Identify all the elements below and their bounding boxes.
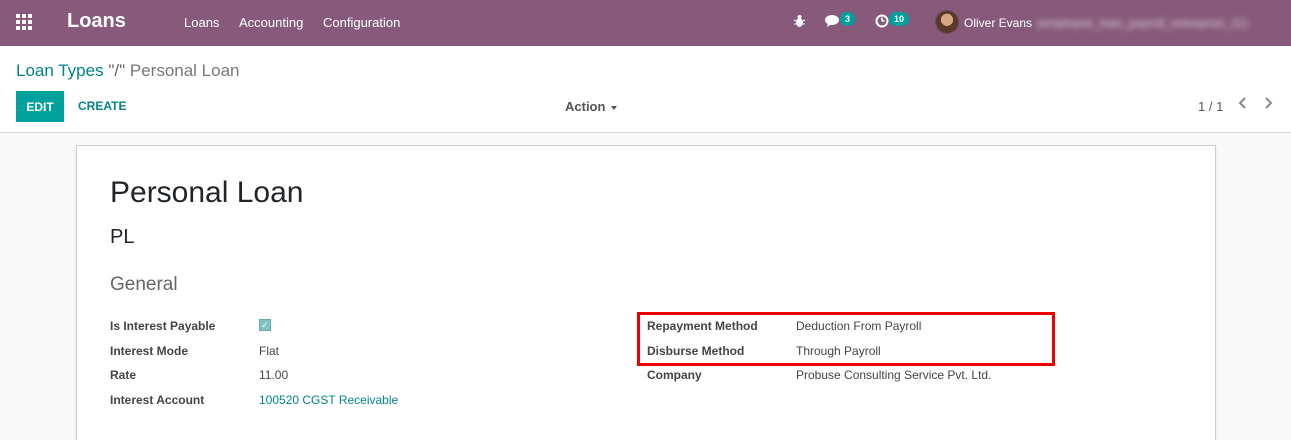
label-rate: Rate [110,368,137,382]
user-avatar[interactable] [935,10,959,34]
loan-type-code: PL [110,226,135,248]
activities-badge: 10 [889,12,910,26]
control-panel: Loan Types "/" Personal Loan EDIT CREATE… [0,46,1291,133]
edit-button[interactable]: EDIT [16,91,64,122]
label-company: Company [647,368,702,382]
breadcrumb-loan-types[interactable]: Loan Types [16,61,104,80]
breadcrumb-separator: "/" [108,61,126,80]
database-name: (employee_loan_payroll_enterprise_11) [1037,16,1248,30]
menu-accounting[interactable]: Accounting [239,15,303,30]
previous-record-button[interactable] [1237,96,1247,115]
action-dropdown[interactable]: Action [565,99,618,114]
value-company: Probuse Consulting Service Pvt. Ltd. [796,368,992,382]
breadcrumb: Loan Types "/" Personal Loan [16,61,240,81]
action-label: Action [565,99,606,114]
user-name[interactable]: Oliver Evans [964,16,1032,30]
loan-type-name: Personal Loan [110,176,304,209]
activity-clock-icon[interactable] [875,14,889,31]
create-button[interactable]: CREATE [78,99,126,113]
label-interest-mode: Interest Mode [110,344,189,358]
top-navbar: Loans Loans Accounting Configuration 3 1… [0,0,1291,46]
highlight-annotation-box [637,312,1055,366]
caret-down-icon [611,105,618,110]
chevron-right-icon [1265,97,1273,109]
section-general-title: General [110,274,178,295]
label-interest-account: Interest Account [110,393,205,407]
pager-value[interactable]: 1 / 1 [1198,99,1223,114]
apps-menu-icon[interactable] [16,14,33,31]
value-rate: 11.00 [259,368,289,382]
next-record-button[interactable] [1264,96,1274,115]
chat-messages-icon[interactable] [825,14,841,31]
form-sheet: Personal Loan PL General Is Interest Pay… [76,145,1216,440]
menu-loans[interactable]: Loans [184,15,219,30]
messages-badge: 3 [840,12,856,26]
chevron-left-icon [1238,97,1246,109]
label-is-interest-payable: Is Interest Payable [110,319,216,333]
value-interest-account-link[interactable]: 100520 CGST Receivable [259,393,398,407]
interest-payable-checkbox[interactable]: ✓ [259,319,271,331]
debug-bug-icon[interactable] [793,14,806,31]
value-interest-mode: Flat [259,344,280,358]
breadcrumb-current: Personal Loan [129,61,240,80]
app-title: Loans [67,10,126,32]
menu-configuration[interactable]: Configuration [323,15,400,30]
